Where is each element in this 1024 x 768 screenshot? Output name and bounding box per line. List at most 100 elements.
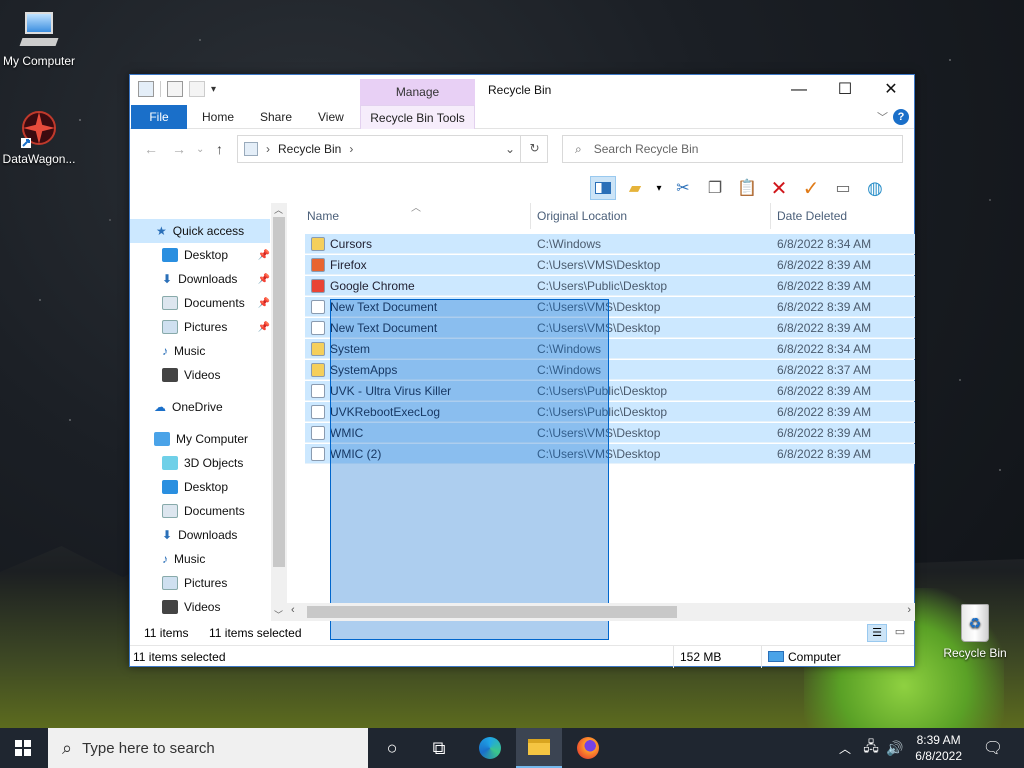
- nav-quick-documents[interactable]: Documents 📌: [130, 291, 270, 315]
- nav-pane-scrollbar[interactable]: ︿ ﹀: [271, 203, 287, 621]
- nav-pc-documents[interactable]: Documents: [130, 499, 270, 523]
- nav-my-computer[interactable]: My Computer: [130, 427, 270, 451]
- scrollbar-thumb[interactable]: [273, 217, 285, 567]
- new-folder-toolbar-icon[interactable]: ▰: [622, 176, 648, 200]
- table-row[interactable]: Firefox C:\Users\VMS\Desktop 6/8/2022 8:39…: [305, 255, 915, 275]
- item-count: 11 items: [144, 626, 189, 640]
- tab-view[interactable]: View: [306, 105, 356, 129]
- edge-icon[interactable]: [467, 728, 513, 768]
- scroll-right-icon[interactable]: ›: [907, 604, 911, 616]
- address-segment[interactable]: Recycle Bin: [278, 142, 341, 156]
- column-header-original-location[interactable]: Original Location: [537, 203, 627, 229]
- maximize-button[interactable]: ☐: [822, 75, 868, 105]
- customize-toolbar-dropdown-icon[interactable]: ▾: [211, 84, 216, 95]
- scrollbar-thumb[interactable]: [307, 606, 677, 618]
- computer-icon: [19, 10, 59, 50]
- close-button[interactable]: ✕: [868, 75, 914, 105]
- copy-icon[interactable]: ❐: [702, 176, 728, 200]
- tab-home[interactable]: Home: [190, 105, 246, 129]
- nav-pc-pictures[interactable]: Pictures: [130, 571, 270, 595]
- nav-quick-music[interactable]: ♪ Music: [130, 339, 270, 363]
- file-original-location: C:\Windows: [537, 237, 602, 251]
- address-bar[interactable]: › Recycle Bin › ⌄: [237, 135, 548, 163]
- check-icon[interactable]: ✓: [798, 176, 824, 200]
- back-arrow-icon[interactable]: ←: [144, 141, 158, 157]
- nav-pc-downloads[interactable]: ⬇ Downloads: [130, 523, 270, 547]
- system-clock[interactable]: 8:39 AM 6/8/2022: [915, 732, 962, 764]
- file-name: Firefox: [330, 258, 367, 272]
- windows-logo-icon: [15, 740, 31, 756]
- desktop-icon-datawagon[interactable]: DataWagon...: [0, 108, 81, 166]
- desktop-icon-label: Recycle Bin: [943, 646, 1007, 660]
- show-hidden-icons-icon[interactable]: ︿: [832, 728, 858, 768]
- task-view-icon[interactable]: ⧉: [416, 728, 462, 768]
- forward-arrow-icon[interactable]: →: [172, 141, 186, 157]
- help-icon[interactable]: ?: [893, 109, 909, 125]
- cortana-icon[interactable]: ○: [369, 728, 415, 768]
- paste-icon[interactable]: 📋: [734, 176, 760, 200]
- documents-icon: [162, 504, 178, 518]
- scroll-down-icon[interactable]: ﹀: [274, 608, 283, 621]
- desktop-icon-label: My Computer: [2, 54, 76, 68]
- cut-icon[interactable]: ✂: [670, 176, 696, 200]
- text-file-icon: [311, 405, 325, 419]
- nav-label: Videos: [184, 368, 221, 382]
- notifications-icon[interactable]: 🗨: [970, 728, 1016, 768]
- nav-quick-pictures[interactable]: Pictures 📌: [130, 315, 270, 339]
- nav-pc-3d-objects[interactable]: 3D Objects: [130, 451, 270, 475]
- manage-contextual-tab[interactable]: Manage: [360, 79, 475, 105]
- large-icons-view-icon[interactable]: ▭: [890, 624, 910, 642]
- column-header-name[interactable]: Name: [307, 203, 339, 229]
- 3d-objects-icon: [162, 456, 178, 470]
- new-folder-icon[interactable]: [189, 81, 205, 97]
- file-name: Google Chrome: [330, 279, 415, 293]
- file-date-deleted: 6/8/2022 8:34 AM: [777, 237, 872, 251]
- globe-icon[interactable]: ◍: [862, 176, 888, 200]
- taskbar-search-box[interactable]: ⌕ Type here to search: [48, 728, 368, 768]
- nav-quick-downloads[interactable]: ⬇ Downloads 📌: [130, 267, 270, 291]
- network-icon[interactable]: 🖧: [858, 728, 884, 768]
- status-size: 152 MB: [680, 650, 722, 664]
- dropdown-chevron-icon[interactable]: ▾: [654, 176, 664, 200]
- desktop-icon-my-computer[interactable]: My Computer: [0, 10, 81, 68]
- nav-quick-desktop[interactable]: Desktop 📌: [130, 243, 270, 267]
- volume-icon[interactable]: 🔊: [882, 728, 908, 768]
- title-bar[interactable]: ▾ Manage Recycle Bin — ☐ ✕: [130, 75, 914, 105]
- table-row[interactable]: Cursors C:\Windows 6/8/2022 8:34 AM: [305, 234, 915, 254]
- nav-pc-music[interactable]: ♪ Music: [130, 547, 270, 571]
- up-arrow-icon[interactable]: ↑: [216, 141, 223, 157]
- tab-file[interactable]: File: [131, 105, 187, 129]
- column-separator[interactable]: [530, 203, 531, 229]
- desktop-icon-recycle-bin[interactable]: ♻ Recycle Bin: [933, 602, 1017, 660]
- minimize-button[interactable]: —: [776, 75, 822, 105]
- nav-quick-access[interactable]: ★ Quick access: [130, 219, 270, 243]
- search-box[interactable]: ⌕ Search Recycle Bin: [562, 135, 903, 163]
- scroll-left-icon[interactable]: ‹: [291, 604, 295, 616]
- tab-share[interactable]: Share: [248, 105, 304, 129]
- nav-quick-videos[interactable]: Videos: [130, 363, 270, 387]
- firefox-icon[interactable]: [565, 728, 611, 768]
- nav-onedrive[interactable]: ☁ OneDrive: [130, 395, 270, 419]
- nav-pc-desktop[interactable]: Desktop: [130, 475, 270, 499]
- recent-locations-chevron-icon[interactable]: ⌄: [196, 144, 204, 155]
- nav-pc-videos[interactable]: Videos: [130, 595, 270, 619]
- column-header-date-deleted[interactable]: Date Deleted: [777, 203, 847, 229]
- preview-pane-icon[interactable]: [590, 176, 616, 200]
- file-list-horizontal-scrollbar[interactable]: ‹ ›: [287, 603, 915, 621]
- selection-marquee: [330, 299, 609, 640]
- expand-ribbon-icon[interactable]: ﹀: [877, 109, 888, 125]
- clock-time: 8:39 AM: [916, 733, 961, 747]
- file-explorer-taskbar-icon[interactable]: [516, 728, 562, 768]
- rename-icon[interactable]: ▭: [830, 176, 856, 200]
- table-row[interactable]: Google Chrome C:\Users\Public\Desktop 6/8/…: [305, 276, 915, 296]
- address-chevron-icon: ›: [349, 142, 354, 156]
- properties-icon[interactable]: [167, 81, 183, 97]
- column-separator[interactable]: [770, 203, 771, 229]
- address-dropdown-icon[interactable]: ⌄: [505, 142, 515, 156]
- refresh-button[interactable]: ↻: [520, 135, 548, 163]
- scroll-up-icon[interactable]: ︿: [274, 203, 283, 216]
- tab-recycle-bin-tools[interactable]: Recycle Bin Tools: [360, 105, 475, 129]
- start-button[interactable]: [0, 728, 46, 768]
- delete-icon[interactable]: ✕: [766, 176, 792, 200]
- details-view-icon[interactable]: ☰: [867, 624, 887, 642]
